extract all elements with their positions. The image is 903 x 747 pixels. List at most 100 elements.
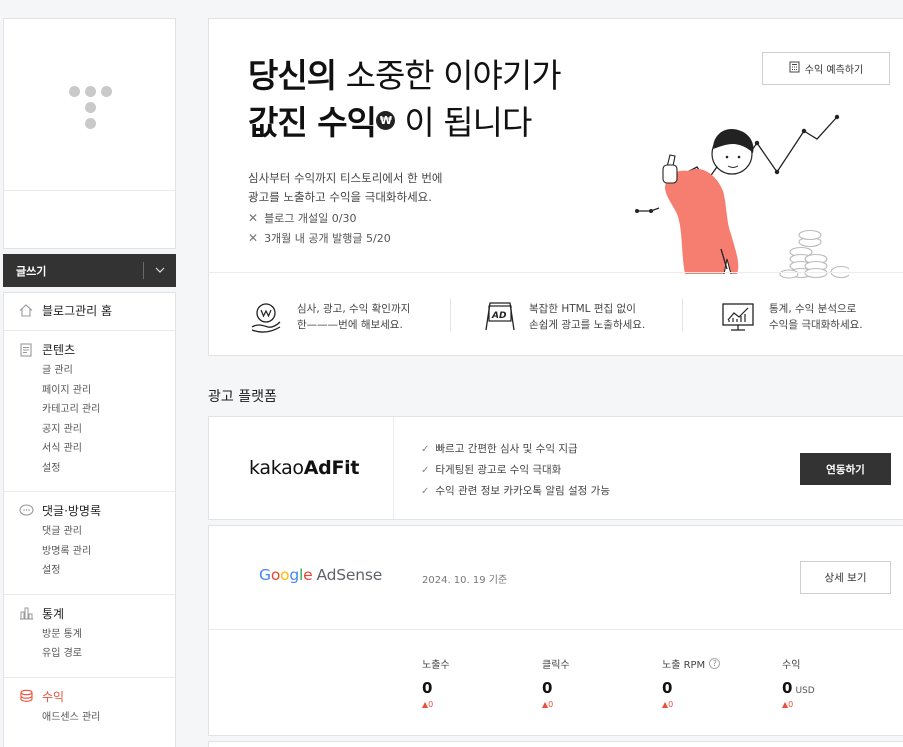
sidebar-subitem-content-settings[interactable]: 설정 — [4, 459, 175, 479]
sidebar-item-stats[interactable]: 통계 — [4, 605, 175, 622]
check-icon: ✓ — [421, 486, 430, 497]
check-icon: ✓ — [421, 444, 430, 455]
sidebar-subitem-guestbook[interactable]: 방명록 관리 — [4, 542, 175, 562]
stats-date-note: 2024. 10. 19 기준 — [422, 575, 508, 586]
condition-text: 3개월 내 공개 발행글 5/20 — [264, 232, 391, 245]
logo-text: kakao — [249, 457, 304, 479]
hero-title-bold: 값진 수익 — [248, 103, 377, 142]
menu-group-comments: 댓글·방명록 댓글 관리 방명록 관리 설정 — [4, 492, 175, 595]
next-platform-card — [208, 741, 903, 747]
feature-text: 수익 관련 정보 카카오톡 알림 설정 가능 — [435, 485, 610, 497]
feature-line: 심사, 광고, 수익 확인까지 — [297, 303, 411, 315]
divider — [393, 417, 394, 519]
stat-unit: USD — [795, 686, 815, 696]
won-coin-icon: ₩ — [375, 111, 395, 130]
sidebar-item-home[interactable]: 블로그관리 홈 — [4, 302, 175, 319]
sidebar-subitem-comment-settings[interactable]: 설정 — [4, 561, 175, 581]
sidebar-subitem-comments[interactable]: 댓글 관리 — [4, 522, 175, 542]
condition-post-count: ✕ 3개월 내 공개 발행글 5/20 — [248, 230, 391, 246]
hero-title-text: 이 됩니다 — [394, 103, 532, 142]
menu-group-home: 블로그관리 홈 — [4, 293, 175, 331]
sidebar-subitem-adsense[interactable]: 애드센스 관리 — [4, 708, 175, 728]
feature-line: 한———번에 해보세요. — [297, 319, 403, 331]
feature-text: 심사, 광고, 수익 확인까지 한———번에 해보세요. — [297, 301, 410, 333]
bar-chart-icon — [18, 606, 34, 620]
menu-group-revenue: 수익 애드센스 관리 — [4, 678, 175, 741]
revenue-predict-button[interactable]: 수익 예측하기 — [762, 52, 890, 85]
menu-group-stats: 통계 방문 통계 유입 경로 — [4, 595, 175, 678]
hero-title: 당신의 소중한 이야기가 값진 수익 ₩ 이 됩니다 — [248, 52, 562, 146]
blog-profile-image[interactable] — [4, 19, 175, 191]
logo-letter: e — [303, 566, 313, 584]
stat-delta: ▲0 — [422, 700, 434, 709]
sidebar-item-label: 블로그관리 홈 — [42, 304, 113, 318]
sidebar-item-label: 콘텐츠 — [42, 343, 76, 357]
google-adsense-card: Google AdSense 2024. 10. 19 기준 상세 보기 노출수 … — [208, 525, 903, 736]
write-post-button[interactable]: 글쓰기 — [3, 263, 143, 279]
feature-all-in-one: 심사, 광고, 수익 확인까지 한———번에 해보세요. — [248, 299, 410, 335]
feature-text: 빠르고 간편한 심사 및 수익 지급 — [435, 443, 578, 455]
blog-profile-card — [3, 18, 176, 249]
logo-letter: g — [289, 566, 300, 584]
hero-title-text: 소중한 이야기가 — [336, 56, 562, 95]
sidebar-item-comments[interactable]: 댓글·방명록 — [4, 502, 175, 519]
stat-clicks: 클릭수 0 ▲0 — [542, 656, 570, 709]
home-icon — [18, 304, 34, 318]
hero-illustration — [635, 114, 849, 279]
speech-bubble-icon — [18, 504, 34, 518]
x-mark-icon: ✕ — [248, 231, 259, 245]
sidebar-subitem-pages[interactable]: 페이지 관리 — [4, 381, 175, 401]
check-icon: ✓ — [421, 465, 430, 476]
coin-hand-icon — [251, 303, 281, 333]
feature-text: 복잡한 HTML 편집 없이 손쉽게 광고를 노출하세요. — [529, 301, 645, 333]
stat-label: 클릭수 — [542, 660, 570, 671]
feature-line: 손쉽게 광고를 노출하세요. — [529, 319, 646, 331]
stat-label: 노출수 — [422, 660, 450, 671]
document-icon — [18, 342, 34, 357]
feature-easy-ads: AD 복잡한 HTML 편집 없이 손쉽게 광고를 노출하세요. — [480, 299, 645, 335]
sidebar-item-revenue[interactable]: 수익 — [4, 688, 175, 705]
revenue-hero-card: 당신의 소중한 이야기가 값진 수익 ₩ 이 됩니다 심사부터 수익까지 티스토리… — [208, 18, 903, 356]
feature-analytics: 통계, 수익 분석으로 수익을 극대화하세요. — [720, 299, 863, 335]
sidebar-subitem-categories[interactable]: 카테고리 관리 — [4, 400, 175, 420]
divider — [209, 272, 903, 273]
sidebar-subitem-referrers[interactable]: 유입 경로 — [4, 644, 175, 664]
condition-blog-age: ✕ 블로그 개설일 0/30 — [248, 210, 356, 226]
chevron-down-icon[interactable] — [144, 265, 176, 276]
menu-group-contents: 콘텐츠 글 관리 페이지 관리 카테고리 관리 공지 관리 서식 관리 설정 — [4, 331, 175, 492]
hero-title-bold: 당신의 — [248, 56, 337, 95]
sidebar-item-label: 수익 — [42, 689, 65, 704]
monitor-chart-icon — [722, 303, 754, 331]
adfit-feature-list: ✓ 빠르고 간편한 심사 및 수익 지급 ✓ 타게팅된 광고로 수익 극대화 ✓ 수익… — [421, 439, 610, 502]
list-item: ✓ 타게팅된 광고로 수익 극대화 — [421, 460, 610, 481]
kakao-adfit-logo: kakaoAdFit — [249, 457, 359, 479]
sidebar-subitem-templates[interactable]: 서식 관리 — [4, 439, 175, 459]
logo-letter: o — [270, 566, 281, 584]
stat-delta: ▲0 — [662, 700, 674, 709]
divider — [209, 629, 903, 630]
tistory-logo-dot — [101, 86, 112, 97]
calculator-icon — [789, 61, 800, 76]
adsense-detail-button[interactable]: 상세 보기 — [800, 561, 891, 594]
help-icon[interactable]: ? — [709, 658, 721, 669]
ad-platform-title: 광고 플랫폼 — [208, 389, 277, 405]
list-item: ✓ 빠르고 간편한 심사 및 수익 지급 — [421, 439, 610, 460]
sidebar-subitem-posts[interactable]: 글 관리 — [4, 361, 175, 381]
logo-letter: G — [259, 566, 271, 584]
tistory-logo-dot — [85, 102, 96, 113]
hero-description-line: 광고를 노출하고 수익을 극대화하세요. — [248, 190, 432, 204]
condition-text: 블로그 개설일 0/30 — [264, 212, 357, 225]
tistory-logo-dot — [85, 118, 96, 129]
svg-text:AD: AD — [491, 311, 507, 321]
revenue-predict-label: 수익 예측하기 — [804, 65, 864, 76]
hero-description: 심사부터 수익까지 티스토리에서 한 번에 광고를 노출하고 수익을 극대화하세… — [248, 169, 442, 207]
logo-text: AdFit — [303, 457, 360, 479]
sidebar-subitem-notices[interactable]: 공지 관리 — [4, 420, 175, 440]
logo-text: AdSense — [316, 566, 383, 584]
stat-value: 0 — [542, 679, 553, 697]
sidebar-item-contents[interactable]: 콘텐츠 — [4, 341, 175, 358]
adfit-connect-button[interactable]: 연동하기 — [800, 453, 891, 485]
stat-label: 수익 — [782, 660, 801, 671]
write-post-bar: 글쓰기 — [3, 254, 176, 287]
sidebar-subitem-visit-stats[interactable]: 방문 통계 — [4, 625, 175, 645]
